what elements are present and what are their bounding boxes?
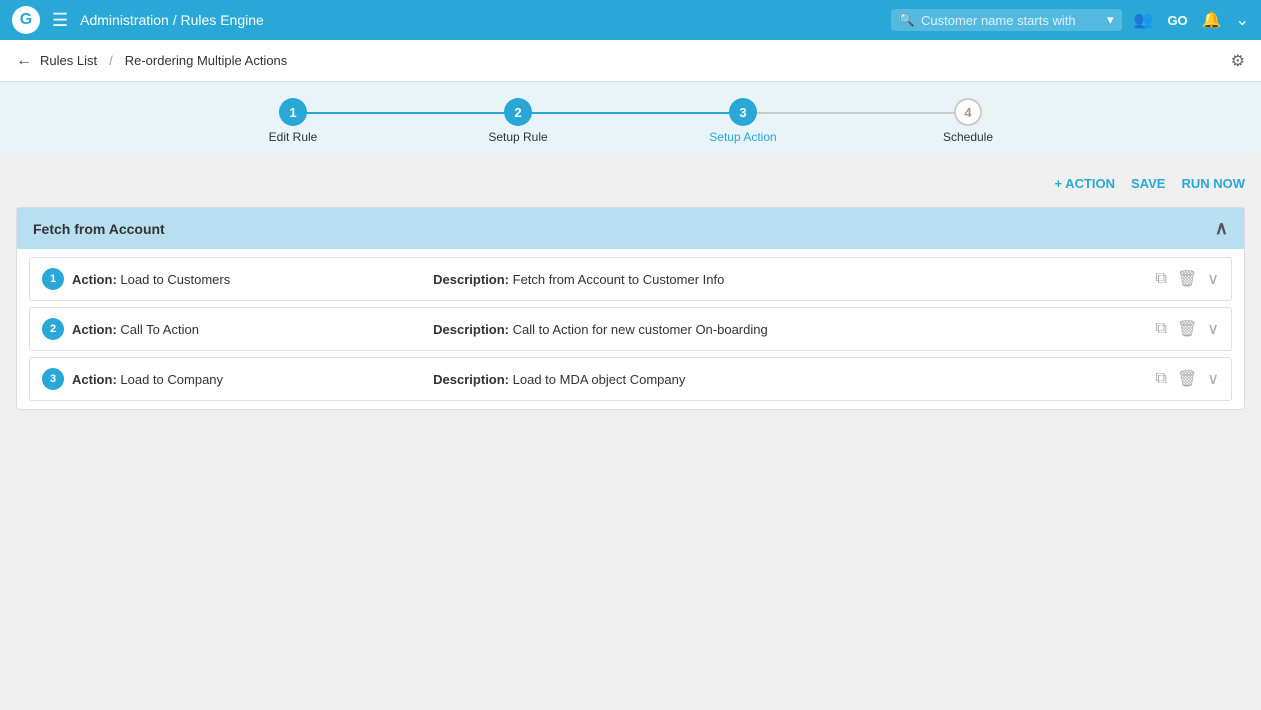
action-toolbar: + ACTION SAVE RUN NOW [16, 168, 1245, 199]
action-value-3: Load to Company [120, 372, 223, 387]
card-header-title: Fetch from Account [33, 221, 165, 237]
stepper-section: 1 Edit Rule 2 Setup Rule 3 Setup Action … [0, 82, 1261, 156]
stepper: 1 Edit Rule 2 Setup Rule 3 Setup Action … [181, 98, 1081, 144]
desc-value-1: Fetch from Account to Customer Info [513, 272, 725, 287]
delete-icon-2[interactable]: 🗑 [1177, 319, 1197, 339]
expand-icon-2[interactable]: ∨ [1207, 319, 1219, 339]
action-num-1: 1 [42, 268, 64, 290]
expand-icon-3[interactable]: ∨ [1207, 369, 1219, 389]
action-value-1: Load to Customers [120, 272, 230, 287]
action-desc-1: Description: Fetch from Account to Custo… [433, 272, 1155, 287]
step-connector-2 [518, 112, 743, 114]
copy-icon-3[interactable]: ⧉ [1156, 370, 1167, 388]
main-content: + ACTION SAVE RUN NOW Fetch from Account… [0, 156, 1261, 656]
action-label-2: Action: [72, 322, 117, 337]
top-nav-breadcrumb: Administration / Rules Engine [80, 12, 879, 28]
step-3-label: Setup Action [709, 130, 776, 144]
search-bar[interactable]: 🔍 ▾ [891, 9, 1122, 31]
action-name-2: Action: Call To Action [72, 322, 433, 337]
logo: G [12, 6, 40, 34]
chevron-down-icon[interactable]: ⌄ [1236, 10, 1249, 30]
nav-icons: 👥 GO 🔔 ⌄ [1134, 10, 1249, 30]
run-now-button[interactable]: RUN NOW [1181, 176, 1245, 191]
delete-icon-1[interactable]: 🗑 [1177, 269, 1197, 289]
breadcrumb-separator: / [109, 53, 113, 68]
step-4-label: Schedule [943, 130, 993, 144]
fetch-account-card: Fetch from Account ∧ 1 Action: Load to C… [16, 207, 1245, 410]
search-icon: 🔍 [899, 12, 915, 28]
action-desc-2: Description: Call to Action for new cust… [433, 322, 1155, 337]
copy-icon-2[interactable]: ⧉ [1156, 320, 1167, 338]
step-3[interactable]: 3 Setup Action [631, 98, 856, 144]
search-input[interactable] [921, 13, 1101, 28]
action-name-3: Action: Load to Company [72, 372, 433, 387]
expand-icon-1[interactable]: ∨ [1207, 269, 1219, 289]
copy-icon-1[interactable]: ⧉ [1156, 270, 1167, 288]
step-connector-1 [293, 112, 518, 114]
go-label[interactable]: GO [1167, 13, 1187, 28]
action-num-2: 2 [42, 318, 64, 340]
page-title: Re-ordering Multiple Actions [125, 53, 288, 68]
step-3-circle: 3 [729, 98, 757, 126]
action-controls-1: ⧉ 🗑 ∨ [1156, 269, 1219, 289]
settings-icon[interactable]: ⚙ [1231, 51, 1245, 71]
action-desc-3: Description: Load to MDA object Company [433, 372, 1155, 387]
bell-icon[interactable]: 🔔 [1202, 10, 1222, 30]
search-dropdown-icon[interactable]: ▾ [1107, 12, 1114, 28]
action-label-1: Action: [72, 272, 117, 287]
step-1-circle: 1 [279, 98, 307, 126]
action-controls-2: ⧉ 🗑 ∨ [1156, 319, 1219, 339]
collapse-icon[interactable]: ∧ [1215, 218, 1228, 239]
top-nav: G ☰ Administration / Rules Engine 🔍 ▾ 👥 … [0, 0, 1261, 40]
action-row: 1 Action: Load to Customers Description:… [29, 257, 1232, 301]
desc-value-3: Load to MDA object Company [513, 372, 686, 387]
action-name-1: Action: Load to Customers [72, 272, 433, 287]
step-1[interactable]: 1 Edit Rule [181, 98, 406, 144]
step-2-circle: 2 [504, 98, 532, 126]
action-label-3: Action: [72, 372, 117, 387]
step-4[interactable]: 4 Schedule [856, 98, 1081, 144]
rules-list-link[interactable]: Rules List [40, 53, 97, 68]
desc-label-1: Description: [433, 272, 509, 287]
action-num-3: 3 [42, 368, 64, 390]
add-action-button[interactable]: + ACTION [1054, 176, 1115, 191]
desc-value-2: Call to Action for new customer On-board… [513, 322, 768, 337]
save-button[interactable]: SAVE [1131, 176, 1165, 191]
hamburger-menu[interactable]: ☰ [52, 10, 68, 31]
desc-label-3: Description: [433, 372, 509, 387]
action-row: 2 Action: Call To Action Description: Ca… [29, 307, 1232, 351]
back-button[interactable]: ← [16, 52, 32, 70]
delete-icon-3[interactable]: 🗑 [1177, 369, 1197, 389]
breadcrumb-bar: ← Rules List / Re-ordering Multiple Acti… [0, 40, 1261, 82]
action-list: 1 Action: Load to Customers Description:… [17, 249, 1244, 409]
step-2[interactable]: 2 Setup Rule [406, 98, 631, 144]
step-4-circle: 4 [954, 98, 982, 126]
card-header: Fetch from Account ∧ [17, 208, 1244, 249]
step-1-label: Edit Rule [269, 130, 318, 144]
step-connector-3 [743, 112, 968, 114]
step-2-label: Setup Rule [488, 130, 547, 144]
action-controls-3: ⧉ 🗑 ∨ [1156, 369, 1219, 389]
desc-label-2: Description: [433, 322, 509, 337]
users-icon[interactable]: 👥 [1134, 10, 1154, 30]
action-value-2: Call To Action [120, 322, 199, 337]
action-row: 3 Action: Load to Company Description: L… [29, 357, 1232, 401]
